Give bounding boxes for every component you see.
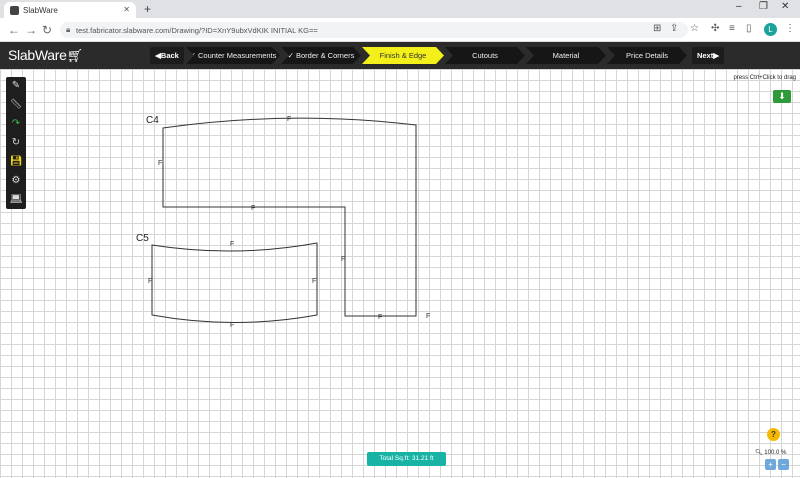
edge-label[interactable]: F: [341, 256, 345, 263]
search-icon: 🔍︎: [755, 450, 763, 456]
edge-label[interactable]: F: [426, 313, 430, 320]
redo-icon[interactable]: ↷: [6, 115, 26, 133]
ruler-icon[interactable]: 📏︎: [6, 96, 26, 114]
total-sqft-button[interactable]: Total Sq.ft: 31.21 ft: [367, 452, 446, 466]
piece-c5[interactable]: [151, 242, 318, 323]
edge-label[interactable]: F: [312, 278, 316, 285]
piece-name-c5: C5: [136, 233, 149, 244]
drag-hint: press Ctrl+Click to drag: [733, 75, 796, 81]
download-button[interactable]: ⬇: [773, 90, 791, 103]
zoom-in-icon: +: [768, 460, 773, 469]
pencil-icon[interactable]: ✎: [6, 77, 26, 95]
edge-label[interactable]: F: [287, 116, 291, 123]
edge-label[interactable]: F: [158, 160, 162, 167]
zoom-out-button[interactable]: −: [778, 459, 789, 470]
tool-palette: ✎ 📏︎ ↷ ↻ 💾︎ ⚙ 💻︎: [6, 77, 26, 209]
edge-label[interactable]: F: [148, 278, 152, 285]
save-icon[interactable]: 💾︎: [6, 153, 26, 171]
edge-label[interactable]: F: [230, 241, 234, 248]
refresh-icon[interactable]: ↻: [6, 134, 26, 152]
piece-c4[interactable]: [162, 117, 417, 317]
laptop-icon[interactable]: 💻︎: [6, 191, 26, 209]
help-button[interactable]: ?: [767, 428, 780, 441]
c4-outline: [162, 117, 417, 317]
piece-name-c4: C4: [146, 115, 159, 126]
zoom-out-icon: −: [781, 460, 786, 469]
gear-icon[interactable]: ⚙: [6, 172, 26, 190]
edge-label[interactable]: F: [230, 322, 234, 329]
zoom-value: 100.0 %: [764, 450, 787, 456]
c5-outline: [151, 242, 318, 323]
countertop-drawing[interactable]: C4 F F F F F F C5 F F F F: [0, 0, 800, 478]
download-icon: ⬇: [778, 91, 786, 101]
edge-label[interactable]: F: [251, 205, 255, 212]
zoom-readout: 🔍︎ 100.0 %: [755, 449, 786, 456]
edge-label[interactable]: F: [378, 314, 382, 321]
zoom-in-button[interactable]: +: [765, 459, 776, 470]
